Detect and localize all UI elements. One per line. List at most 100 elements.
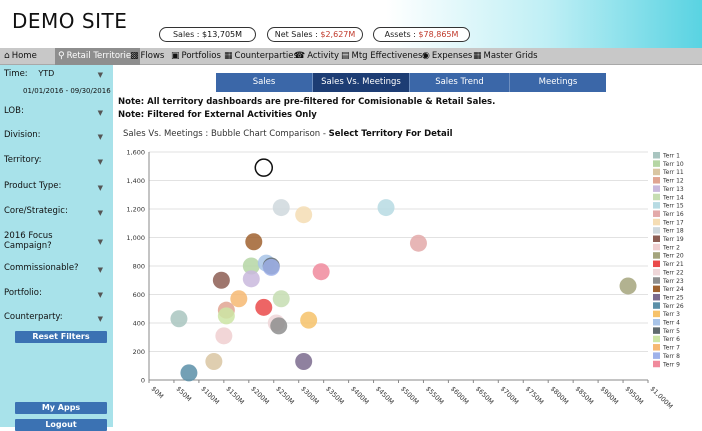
y-tick-label: 1,000 <box>126 234 145 242</box>
nav-retail-territories[interactable]: ⚲ Retail Territories <box>55 48 140 65</box>
territory-bubble[interactable] <box>270 317 288 335</box>
territory-bubble[interactable] <box>272 290 290 308</box>
net-sales-kpi-badge: Net Sales : $2,627M <box>267 27 363 42</box>
chevron-down-icon: ▼ <box>97 184 103 192</box>
y-tick-label: 200 <box>133 348 145 356</box>
net-sales-kpi-value: $2,627M <box>320 30 356 39</box>
commissionable-filter-label: Commissionable? <box>4 263 79 273</box>
nav-expenses-label: Expenses <box>431 51 473 61</box>
territory-bubble[interactable] <box>215 327 233 345</box>
lob-filter-label: LOB: <box>4 106 24 116</box>
legend-label: Terr 16 <box>662 211 684 218</box>
site-title: DEMO SITE <box>12 9 128 33</box>
camera-icon: ◉ <box>422 51 430 61</box>
territory-bubble[interactable] <box>312 263 330 281</box>
lob-filter[interactable]: LOB: ▼ <box>0 106 113 117</box>
focus-campaign-filter[interactable]: 2016 Focus Campaign? ▼ <box>0 231 103 251</box>
legend-swatch <box>653 235 660 242</box>
nav-portfolios-label: Portfolios <box>181 51 221 61</box>
main-nav: ⌂ Home ⚲ Retail Territories ▩ Flows ▣ Portfo… <box>0 48 702 65</box>
grid-icon: ▦ <box>473 51 482 61</box>
nav-home[interactable]: ⌂ Home <box>4 48 37 65</box>
territory-bubble[interactable] <box>272 199 290 217</box>
tab-sales-trend[interactable]: Sales Trend <box>410 73 510 92</box>
legend-swatch <box>653 210 660 217</box>
territory-bubble[interactable] <box>217 307 235 325</box>
nav-master-grids[interactable]: ▦ Master Grids <box>473 48 538 65</box>
territory-bubble[interactable] <box>619 277 637 295</box>
tab-sales-vs-meetings[interactable]: Sales Vs. Meetings <box>313 73 410 92</box>
legend-swatch <box>653 302 660 309</box>
bar-chart-icon: ▩ <box>130 51 139 61</box>
territory-bubble[interactable] <box>409 234 427 252</box>
territory-bubble[interactable] <box>170 310 188 328</box>
x-axis: $0M $50M $100M $150M $200M $250M $300M $350M $40… <box>148 380 675 411</box>
legend-swatch <box>653 344 660 351</box>
time-filter-value: YTD <box>38 69 55 78</box>
logout-button[interactable]: Logout <box>15 419 107 431</box>
territory-filter-label: Territory: <box>4 155 42 165</box>
portfolio-filter[interactable]: Portfolio: ▼ <box>0 288 113 299</box>
nav-flows-label: Flows <box>140 51 165 61</box>
legend-swatch <box>653 360 660 368</box>
commissionable-filter[interactable]: Commissionable? ▼ <box>0 263 113 274</box>
sales-kpi-label: Sales : <box>172 30 203 39</box>
territory-bubble[interactable] <box>295 206 313 224</box>
nav-flows[interactable]: ▩ Flows <box>130 48 164 65</box>
time-filter-label: Time: <box>4 69 28 79</box>
chart-grid <box>149 151 648 381</box>
y-tick-label: 1,200 <box>126 206 145 214</box>
note-external-activities: Note: Filtered for External Activities O… <box>118 110 317 120</box>
territory-bubble[interactable] <box>377 199 395 217</box>
division-filter[interactable]: Division: ▼ <box>0 130 113 141</box>
nav-expenses[interactable]: ◉ Expenses <box>422 48 472 65</box>
chevron-down-icon: ▼ <box>97 315 103 323</box>
x-tick-label: $1,000M <box>649 385 675 411</box>
y-tick-label: 0 <box>141 377 145 385</box>
time-filter[interactable]: Time: YTD ▼ <box>0 69 113 79</box>
legend-label: Terr 24 <box>662 286 684 293</box>
territory-bubble[interactable] <box>230 290 248 308</box>
territory-bubble[interactable] <box>212 271 230 289</box>
x-tick-label: $0M <box>150 385 165 400</box>
legend-swatch <box>653 177 660 184</box>
territory-bubble[interactable] <box>295 352 313 370</box>
territory-bubble[interactable] <box>255 298 273 316</box>
legend-label: Terr 19 <box>662 236 684 243</box>
nav-activity[interactable]: ☎ Activity <box>294 48 339 65</box>
reset-filters-button[interactable]: Reset Filters <box>15 331 107 343</box>
core-strategic-filter[interactable]: Core/Strategic: ▼ <box>0 206 113 217</box>
product-type-filter[interactable]: Product Type: ▼ <box>0 181 113 192</box>
division-filter-label: Division: <box>4 130 41 140</box>
territory-bubble[interactable] <box>180 364 198 382</box>
territory-bubble[interactable] <box>262 258 280 276</box>
nav-home-label: Home <box>11 51 37 61</box>
tab-meetings[interactable]: Meetings <box>510 73 606 92</box>
legend-swatch <box>653 185 660 192</box>
legend-swatch <box>653 293 660 301</box>
territory-bubble[interactable] <box>245 233 263 251</box>
bubble-chart: 0 200 400 600 800 1,000 1,200 1,400 1,600 $0M $50… <box>126 149 684 411</box>
territory-filter[interactable]: Territory: ▼ <box>0 155 113 166</box>
map-pin-icon: ⚲ <box>58 51 65 61</box>
legend-label: Terr 20 <box>662 253 684 260</box>
nav-counterparties[interactable]: ▦ Counterparties <box>224 48 298 65</box>
chart-heading-prefix: Sales Vs. Meetings : Bubble Chart Compar… <box>123 129 329 139</box>
x-tick-label: $550M <box>424 385 445 406</box>
nav-portfolios[interactable]: ▣ Portfolios <box>171 48 221 65</box>
x-tick-label: $250M <box>274 385 295 406</box>
x-tick-label: $900M <box>599 385 620 406</box>
legend-label: Terr 18 <box>662 228 684 235</box>
territory-bubble[interactable] <box>205 352 223 370</box>
chevron-down-icon: ▼ <box>97 266 103 274</box>
counterparty-filter[interactable]: Counterparty: ▼ <box>0 312 113 323</box>
chevron-down-icon: ▼ <box>97 238 103 246</box>
territory-bubble[interactable] <box>242 270 260 288</box>
nav-mtg-effectiveness[interactable]: ▤ Mtg Effectiveness <box>341 48 427 65</box>
territory-bubble[interactable] <box>300 311 318 329</box>
tab-sales[interactable]: Sales <box>216 73 313 92</box>
legend-label: Terr 11 <box>662 169 684 176</box>
x-tick-label: $800M <box>549 385 570 406</box>
my-apps-button[interactable]: My Apps <box>15 402 107 414</box>
y-tick-label: 600 <box>133 291 145 299</box>
